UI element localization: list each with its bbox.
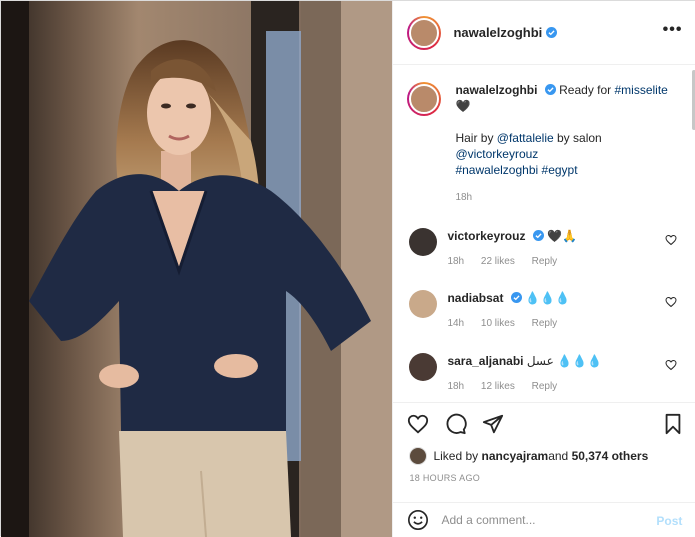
post-actions: Liked by nancyajram and 50,374 others 18…	[393, 402, 695, 502]
mention-link[interactable]: @fattalelie	[497, 131, 554, 145]
comment-username[interactable]: nadiabsat	[447, 291, 503, 305]
comment-likes[interactable]: 10 likes	[481, 318, 515, 329]
comment-likes[interactable]: 12 likes	[481, 381, 515, 392]
verified-badge-icon	[532, 230, 544, 241]
verified-badge-icon	[546, 27, 558, 38]
liker-username[interactable]: nancyajram	[481, 449, 548, 463]
comment-text: عسل 💧💧💧	[526, 354, 602, 368]
comment-username[interactable]: victorkeyrouz	[447, 229, 525, 243]
post-caption: nawalelzoghbi Ready for #misselite 🖤 Hai…	[407, 82, 687, 206]
liker-avatar[interactable]	[409, 447, 428, 465]
comment-age[interactable]: 18h	[447, 256, 464, 267]
comment-item: nadiabsat 💧💧💧 14h 10 likes Reply	[409, 290, 689, 329]
add-comment-bar: Post	[393, 502, 695, 537]
verified-badge-icon	[510, 292, 522, 303]
emoji-smiley-icon[interactable]	[407, 509, 429, 531]
hashtag-link[interactable]: #egypt	[542, 163, 578, 177]
comment-item: sara_aljanabi عسل 💧💧💧 18h 12 likes Reply	[409, 353, 689, 392]
comment-text: 💧💧💧	[525, 291, 570, 305]
comments-scroll-area[interactable]: nawalelzoghbi Ready for #misselite 🖤 Hai…	[393, 66, 695, 402]
comment-item: victorkeyrouz 🖤🙏 18h 22 likes Reply	[409, 228, 689, 267]
caption-username[interactable]: nawalelzoghbi	[455, 83, 537, 97]
comment-likes[interactable]: 22 likes	[481, 256, 515, 267]
liked-by-suffix: and	[548, 449, 569, 463]
post-header: nawalelzoghbi •••	[393, 1, 695, 65]
reply-button[interactable]: Reply	[532, 318, 558, 329]
reply-button[interactable]: Reply	[532, 381, 558, 392]
caption-heart: 🖤	[455, 99, 471, 113]
liked-by-prefix: Liked by	[433, 449, 479, 463]
liked-by-row: Liked by nancyajram and 50,374 others	[409, 447, 648, 465]
author-username[interactable]: nawalelzoghbi	[453, 25, 542, 40]
instagram-post: nawalelzoghbi ••• nawalelzoghbi Ready fo…	[0, 0, 695, 537]
caption-author-avatar[interactable]	[407, 82, 442, 116]
caption-text: Ready for	[559, 83, 615, 97]
verified-badge-icon	[544, 84, 556, 95]
comment-avatar[interactable]	[409, 228, 438, 256]
comment-text: 🖤🙏	[547, 229, 578, 243]
comment-age[interactable]: 18h	[447, 381, 464, 392]
like-comment-heart-icon[interactable]	[665, 359, 677, 371]
add-comment-input[interactable]	[441, 513, 642, 527]
comment-bubble-icon[interactable]	[445, 413, 467, 435]
post-comment-button[interactable]: Post	[656, 514, 682, 528]
save-bookmark-icon[interactable]	[662, 413, 684, 435]
reply-button[interactable]: Reply	[532, 256, 558, 267]
like-comment-heart-icon[interactable]	[665, 234, 677, 246]
like-comment-heart-icon[interactable]	[665, 296, 677, 308]
caption-age[interactable]: 18h	[455, 190, 687, 206]
caption-text: Hair by	[455, 131, 497, 145]
caption-text: by salon	[553, 131, 602, 145]
more-options-icon[interactable]: •••	[663, 22, 683, 38]
like-heart-icon[interactable]	[407, 413, 429, 435]
comment-age[interactable]: 14h	[447, 318, 464, 329]
comment-avatar[interactable]	[409, 353, 438, 381]
post-timestamp[interactable]: 18 HOURS AGO	[409, 473, 480, 483]
mention-link[interactable]: @victorkeyrouz	[455, 147, 538, 161]
post-side-panel: nawalelzoghbi ••• nawalelzoghbi Ready fo…	[392, 1, 695, 537]
photo-illustration	[1, 1, 393, 537]
comment-username[interactable]: sara_aljanabi	[447, 354, 523, 368]
hashtag-link[interactable]: #misselite	[615, 83, 668, 97]
hashtag-link[interactable]: #nawalelzoghbi	[455, 163, 538, 177]
comment-avatar[interactable]	[409, 290, 438, 318]
liked-others-link[interactable]: 50,374 others	[572, 449, 649, 463]
share-paper-plane-icon[interactable]	[482, 413, 504, 435]
author-avatar[interactable]	[407, 15, 442, 50]
post-photo[interactable]	[1, 1, 393, 537]
